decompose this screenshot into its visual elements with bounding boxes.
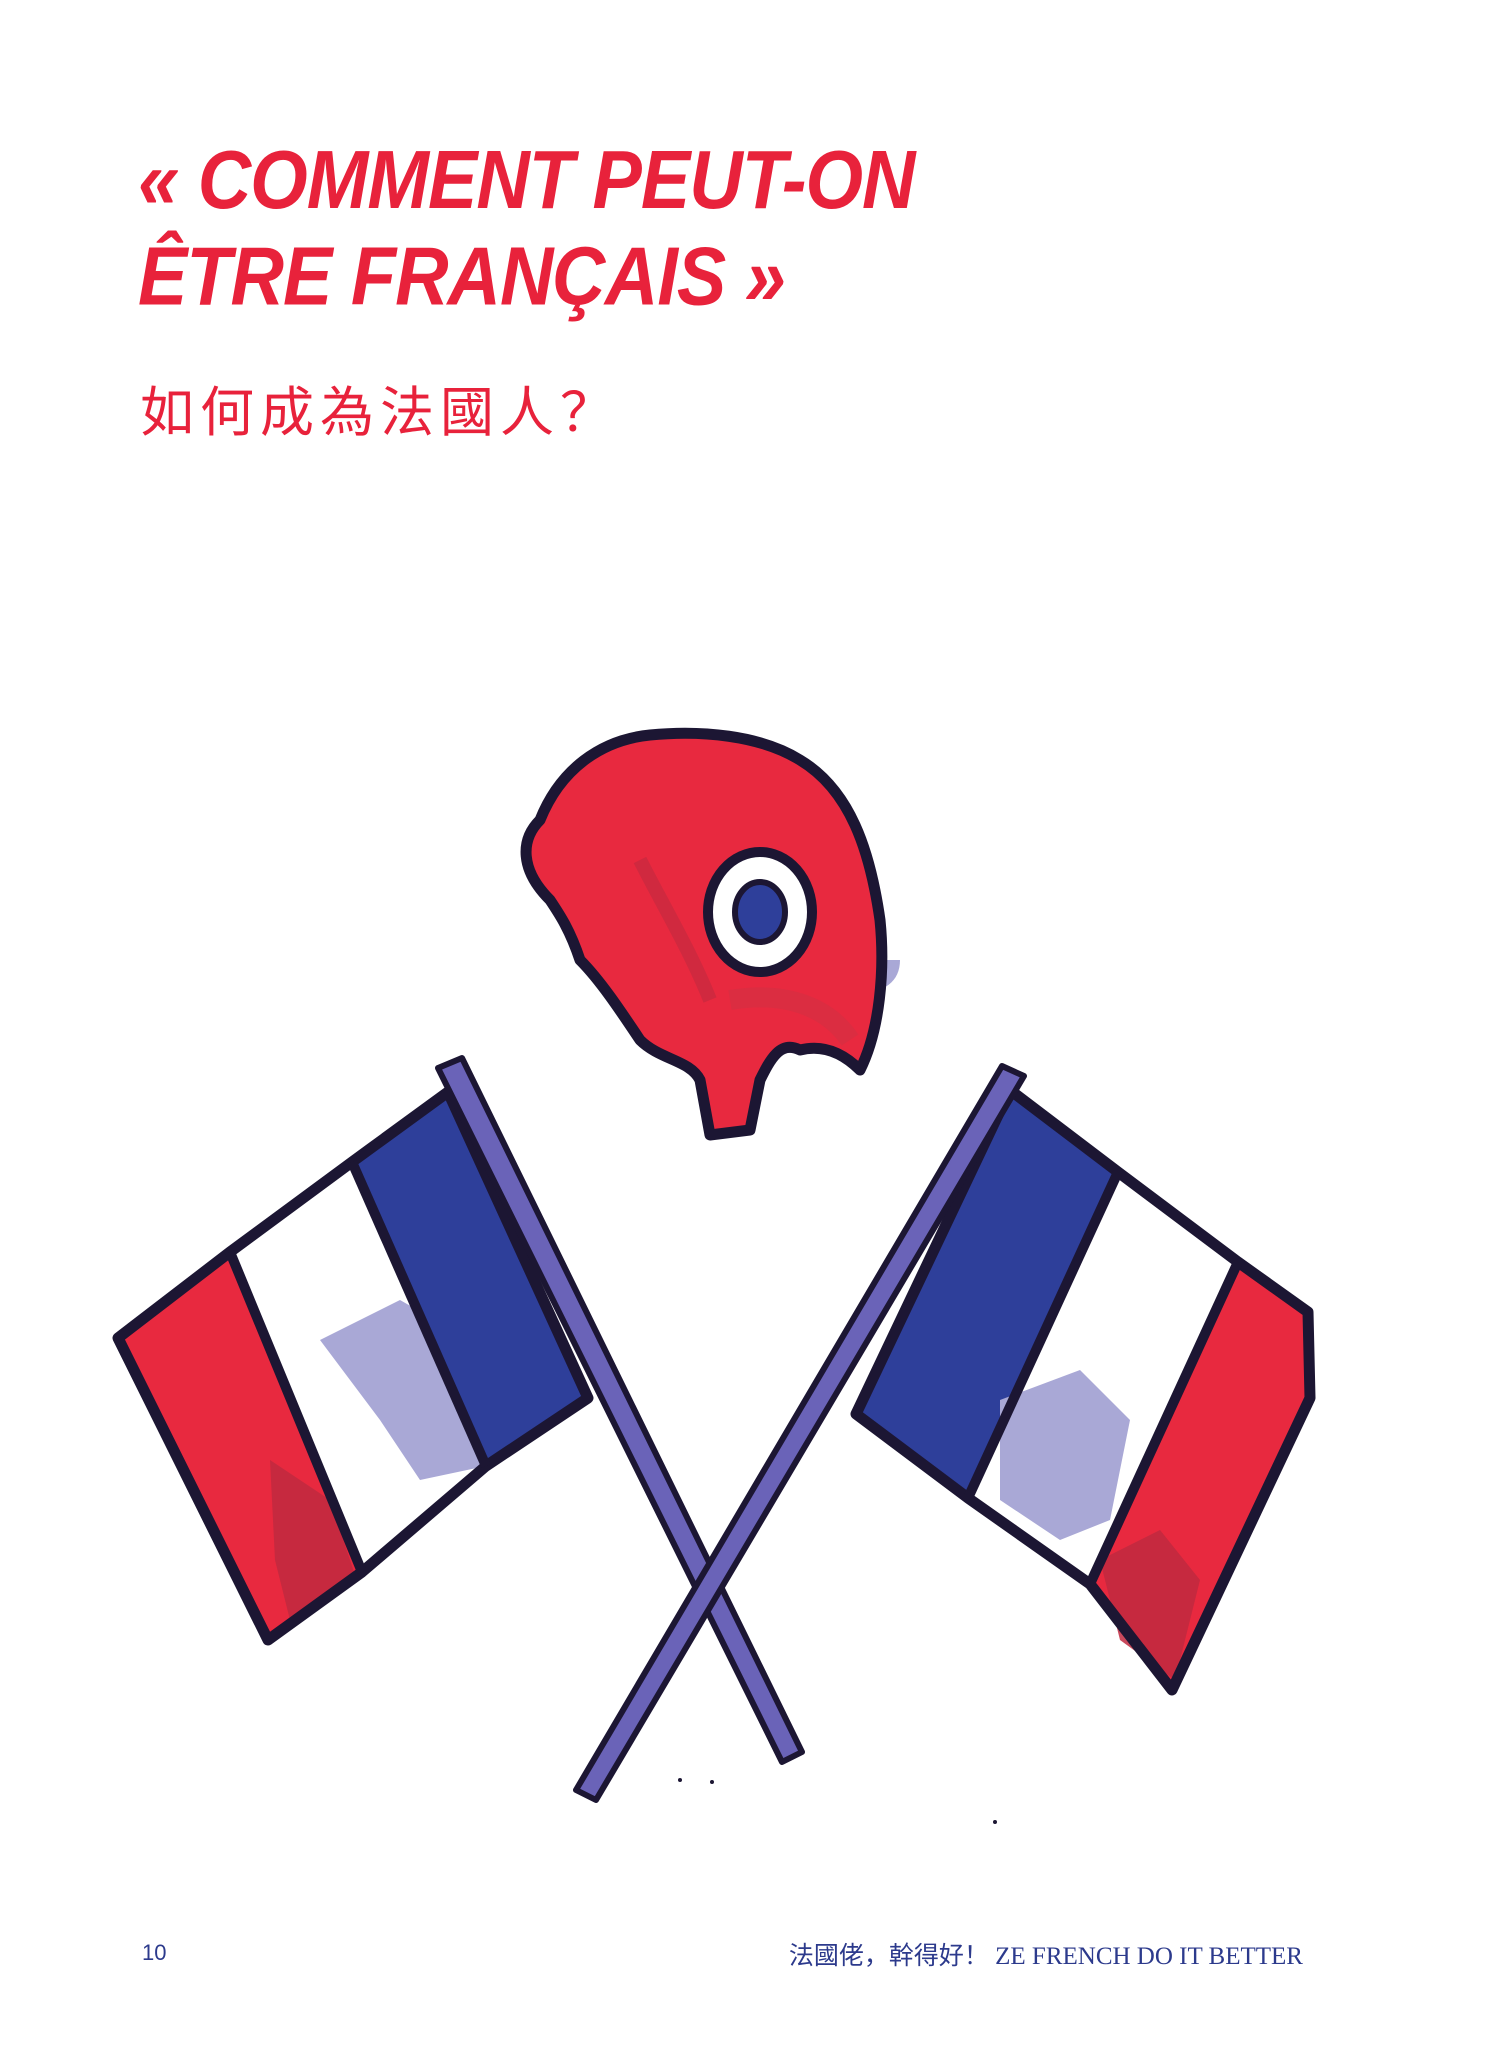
running-head: 法國佬，幹得好！ ZE FRENCH DO IT BETTER [788,1943,1303,1970]
illustration [112,727,1316,1824]
cockade [703,847,817,977]
french-flag-right [850,1084,1316,1696]
page-number: 10 [142,1940,167,1965]
